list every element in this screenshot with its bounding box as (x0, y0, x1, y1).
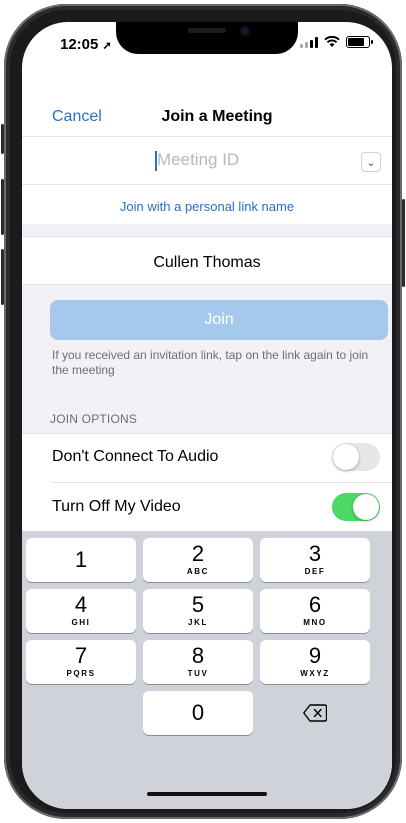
key-letters: ABC (186, 567, 210, 576)
wifi-icon (324, 36, 340, 47)
front-camera (240, 26, 250, 36)
key-6[interactable]: 6 MNO (260, 589, 370, 633)
key-0[interactable]: 0 (143, 691, 253, 735)
key-number: 0 (191, 700, 205, 725)
signal-icon (300, 36, 318, 48)
battery-icon (346, 36, 373, 48)
personal-link-button[interactable]: Join with a personal link name (22, 199, 392, 214)
key-letters: WXYZ (300, 669, 330, 678)
turn-off-video-toggle[interactable] (332, 493, 380, 521)
volume-up-button (1, 179, 4, 235)
page-title: Join a Meeting (161, 108, 273, 125)
battery-fill (348, 38, 364, 46)
option-label-video: Turn Off My Video (52, 498, 181, 515)
key-letters: GHI (71, 618, 91, 627)
divider (22, 136, 392, 137)
screen: 12:05 ➚ Cancel Join a Meeting Meeting ID… (22, 22, 392, 809)
invitation-hint: If you received an invitation link, tap … (52, 348, 369, 377)
backspace-icon (303, 704, 327, 722)
numeric-keypad: 1 2 ABC 3 DEF 4 GHI 5 JKL 6 MNO 7 PQRS 8… (22, 531, 392, 809)
key-9[interactable]: 9 WXYZ (260, 640, 370, 684)
key-number: 1 (74, 547, 88, 572)
speaker-grille (188, 28, 226, 33)
divider (22, 236, 392, 237)
divider (22, 433, 392, 434)
key-7[interactable]: 7 PQRS (26, 640, 136, 684)
mute-switch (1, 124, 4, 154)
key-number: 6 (308, 592, 322, 617)
dont-connect-audio-toggle[interactable] (332, 443, 380, 471)
key-letters: MNO (303, 618, 327, 627)
key-number: 2 (191, 541, 205, 566)
key-5[interactable]: 5 JKL (143, 589, 253, 633)
key-3[interactable]: 3 DEF (260, 538, 370, 582)
key-8[interactable]: 8 TUV (143, 640, 253, 684)
key-2[interactable]: 2 ABC (143, 538, 253, 582)
join-button-label: Join (204, 311, 234, 328)
volume-down-button (1, 249, 4, 305)
status-time-text: 12:05 (60, 36, 99, 53)
key-number: 5 (191, 592, 205, 617)
key-number: 8 (191, 643, 205, 668)
key-number: 3 (308, 541, 322, 566)
home-indicator[interactable] (147, 792, 267, 796)
option-label-audio: Don't Connect To Audio (52, 448, 219, 465)
meeting-id-input[interactable]: Meeting ID (157, 150, 239, 170)
toggle-knob (353, 494, 379, 520)
key-letters: PQRS (66, 669, 96, 678)
key-number: 9 (308, 643, 322, 668)
side-button (402, 199, 405, 287)
notch (116, 22, 298, 54)
chevron-down-icon: ⌄ (366, 156, 376, 169)
section-gap (22, 224, 392, 236)
toggle-knob (333, 444, 359, 470)
join-options-header: JOIN OPTIONS (50, 412, 138, 426)
key-number: 4 (74, 592, 88, 617)
option-row-audio: Don't Connect To Audio (22, 433, 392, 481)
key-number: 7 (74, 643, 88, 668)
name-input[interactable]: Cullen Thomas (22, 254, 392, 272)
key-letters: JKL (188, 618, 208, 627)
status-icons (300, 36, 373, 48)
phone-frame: 12:05 ➚ Cancel Join a Meeting Meeting ID… (1, 4, 405, 819)
option-row-video: Turn Off My Video (22, 483, 392, 531)
status-time: 12:05 ➚ (60, 36, 112, 53)
key-letters: TUV (187, 669, 209, 678)
meeting-history-dropdown[interactable]: ⌄ (361, 152, 381, 172)
divider (22, 184, 392, 185)
location-arrow-icon: ➚ (102, 40, 112, 52)
key-letters: DEF (304, 567, 326, 576)
join-button[interactable]: Join (50, 300, 388, 340)
key-4[interactable]: 4 GHI (26, 589, 136, 633)
key-1[interactable]: 1 (26, 538, 136, 582)
backspace-key[interactable] (260, 691, 370, 735)
